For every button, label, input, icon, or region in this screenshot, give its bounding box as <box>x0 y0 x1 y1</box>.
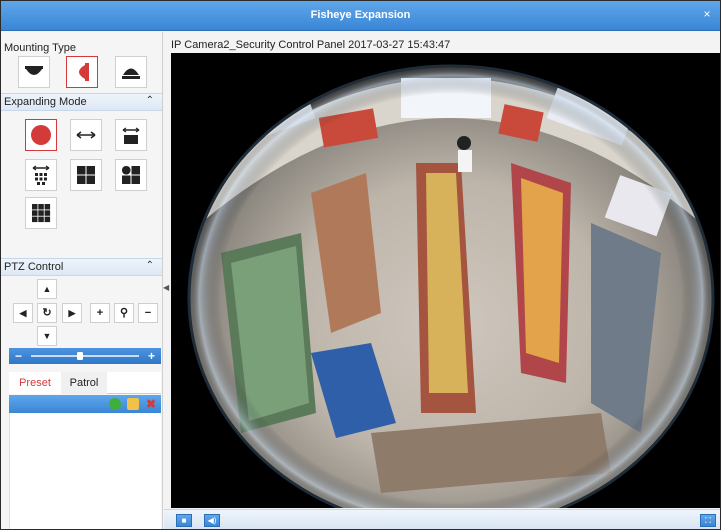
desktop-mount-icon <box>122 68 140 79</box>
chevron-up-icon[interactable]: ⌃ <box>146 95 154 106</box>
fisheye-8ptz-mode-button[interactable] <box>25 197 57 229</box>
fullscreen-icon[interactable]: ⛶ <box>700 514 716 527</box>
video-view[interactable] <box>171 53 720 508</box>
fisheye-3ptz-icon <box>122 166 140 184</box>
zoom-in-button[interactable]: + <box>90 303 110 323</box>
zoom-out-button[interactable]: − <box>138 303 158 323</box>
panorama-icon <box>76 131 96 139</box>
expanding-mode-header[interactable]: Expanding Mode ⌃ <box>1 93 162 111</box>
fisheye-image <box>171 53 720 508</box>
tab-patrol[interactable]: Patrol <box>61 372 107 394</box>
preset-toolbar: ✖ <box>9 395 161 413</box>
panorama-ptz-icon <box>122 127 140 144</box>
speed-thumb[interactable] <box>76 352 83 360</box>
ptz-quad-mode-button[interactable] <box>70 159 102 191</box>
ptz-quad-icon <box>77 166 95 184</box>
call-preset-icon[interactable] <box>109 398 121 410</box>
panorama-mode-button[interactable] <box>70 119 102 151</box>
fisheye-mode-button[interactable] <box>25 119 57 151</box>
ptz-auto-button[interactable]: ↻ <box>37 303 57 323</box>
zoom-icon[interactable]: ⚲ <box>114 303 134 323</box>
panorama-ptz-mode-button[interactable] <box>115 119 147 151</box>
ptz-right-button[interactable]: ▶ <box>62 303 82 323</box>
close-icon[interactable]: × <box>700 7 714 21</box>
chevron-up-icon[interactable]: ⌃ <box>146 260 154 271</box>
video-toolbar: ■ ◀) ⛶ <box>164 509 720 529</box>
fisheye-icon <box>31 125 51 145</box>
speed-plus-icon[interactable]: + <box>148 348 155 364</box>
ptz-up-button[interactable]: ▲ <box>37 279 57 299</box>
title-bar: Fisheye Expansion × <box>1 1 720 31</box>
wall-mount-icon <box>79 63 89 81</box>
collapse-panel-icon[interactable]: ◀ <box>163 281 169 295</box>
fisheye-8ptz-icon <box>32 204 51 223</box>
preset-list[interactable] <box>9 413 161 529</box>
edit-preset-icon[interactable] <box>127 398 139 410</box>
camera-info: IP Camera2_Security Control Panel 2017-0… <box>171 39 451 51</box>
ptz-control-label: PTZ Control <box>4 261 64 273</box>
speed-minus-icon[interactable]: − <box>15 348 22 364</box>
audio-icon[interactable]: ◀) <box>204 514 220 527</box>
delete-preset-icon[interactable]: ✖ <box>145 398 157 410</box>
window-title: Fisheye Expansion <box>310 9 411 21</box>
fisheye-3ptz-mode-button[interactable] <box>115 159 147 191</box>
preset-patrol-tabs: Preset Patrol <box>9 372 161 394</box>
ptz-speed-slider[interactable]: − + <box>9 348 161 364</box>
speed-track[interactable] <box>31 355 139 357</box>
wall-mount-button[interactable] <box>66 56 98 88</box>
ceiling-mount-button[interactable] <box>18 56 50 88</box>
panorama-8ptz-mode-button[interactable] <box>25 159 57 191</box>
desktop-mount-button[interactable] <box>115 56 147 88</box>
ptz-down-button[interactable]: ▼ <box>37 326 57 346</box>
ceiling-mount-icon <box>25 66 43 75</box>
control-panel: Mounting Type Expanding Mode ⌃ PTZ Contr… <box>1 32 163 529</box>
tab-preset[interactable]: Preset <box>9 372 61 394</box>
ptz-left-button[interactable]: ◀ <box>13 303 33 323</box>
stop-button[interactable]: ■ <box>176 514 192 527</box>
fisheye-window: Fisheye Expansion × Mounting Type Expand… <box>0 0 721 530</box>
ptz-control-header[interactable]: PTZ Control ⌃ <box>1 258 162 276</box>
mounting-type-label: Mounting Type <box>4 42 76 54</box>
panorama-8ptz-icon <box>32 165 50 185</box>
expanding-mode-label: Expanding Mode <box>4 96 87 108</box>
